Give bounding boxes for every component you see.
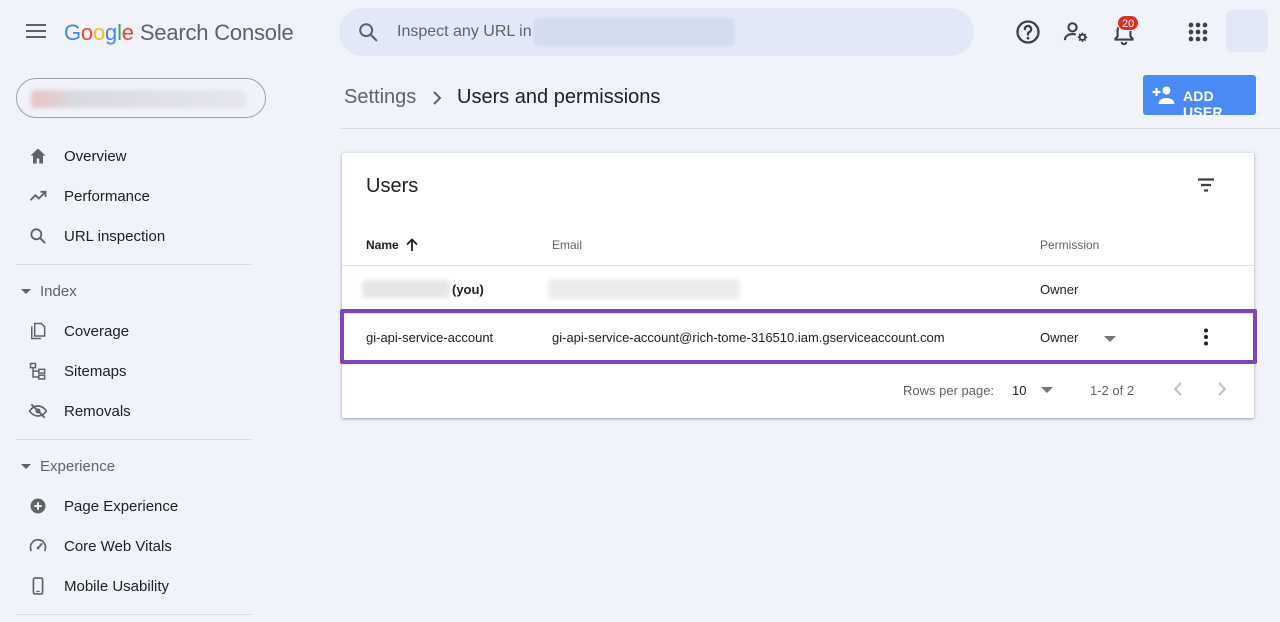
chevron-right-icon[interactable]	[1210, 377, 1234, 401]
sidebar-item-label: Sitemaps	[64, 362, 127, 380]
file-copy-icon	[31, 322, 46, 340]
sidebar-item-label: Page Experience	[64, 497, 179, 515]
sidebar-section-experience[interactable]: Experience	[0, 451, 260, 481]
column-header-permission: Permission	[1040, 238, 1100, 252]
add-user-label: ADD USER	[1183, 88, 1223, 120]
chevron-down-icon	[21, 463, 31, 469]
notification-badge: 20	[1117, 15, 1140, 31]
redacted-property	[31, 90, 246, 108]
logo-letter: G	[64, 20, 81, 45]
url-inspection-search[interactable]	[339, 8, 974, 56]
column-header-email: Email	[552, 238, 583, 252]
pagination-range: 1-2 of 2	[1090, 383, 1135, 398]
sidebar-item-label: Mobile Usability	[64, 577, 170, 595]
speed-gauge-icon	[29, 538, 47, 552]
sidebar-divider	[16, 614, 252, 615]
users-card: Users Name Email Permission (you) Owner …	[342, 153, 1254, 418]
hamburger-line	[26, 36, 46, 38]
page-title: Users and permissions	[457, 86, 661, 108]
property-selector[interactable]	[16, 78, 266, 118]
visibility-off-icon	[28, 403, 48, 419]
user-email: gi-api-service-account@rich-tome-316510.…	[552, 330, 945, 345]
sidebar-section-label: Index	[40, 282, 77, 300]
sidebar-item-coverage[interactable]: Coverage	[0, 311, 260, 351]
header-divider	[340, 128, 1280, 129]
rows-per-page-select[interactable]: 10	[1012, 383, 1026, 398]
sidebar-item-label: Coverage	[64, 322, 130, 340]
row-divider	[342, 361, 1254, 362]
more-vert-icon[interactable]	[1194, 325, 1218, 349]
manage-accounts-icon[interactable]	[1062, 18, 1090, 46]
sidebar-divider	[16, 264, 252, 265]
redacted-property-name	[534, 18, 734, 46]
arrow-upward-icon[interactable]	[404, 237, 420, 253]
apps-grid-icon[interactable]	[1184, 18, 1212, 46]
user-name: gi-api-service-account	[366, 330, 494, 345]
person-add-icon	[1152, 86, 1175, 104]
breadcrumb-settings[interactable]: Settings	[344, 86, 416, 109]
search-input[interactable]	[397, 20, 537, 44]
logo-letter: o	[80, 20, 93, 45]
sidebar-section-label: Experience	[40, 457, 116, 475]
logo-letter: g	[105, 20, 118, 45]
permission-select[interactable]: Owner	[1040, 330, 1078, 345]
chevron-down-icon[interactable]	[1104, 336, 1116, 342]
card-title: Users	[366, 175, 419, 197]
sidebar-item-overview[interactable]: Overview	[0, 136, 260, 176]
account-avatar[interactable]	[1226, 10, 1268, 52]
row-divider	[342, 265, 1254, 266]
search-icon	[359, 23, 378, 42]
redacted-user-email	[548, 279, 740, 299]
sidebar-item-removals[interactable]: Removals	[0, 391, 260, 431]
sidebar-divider	[16, 439, 252, 440]
chevron-down-icon[interactable]	[1041, 387, 1053, 393]
sidebar-section-index[interactable]: Index	[0, 276, 260, 306]
hamburger-line	[26, 30, 46, 32]
help-icon[interactable]	[1014, 18, 1042, 46]
chevron-down-icon	[21, 288, 31, 294]
sidebar-item-performance[interactable]: Performance	[0, 176, 260, 216]
sidebar-item-label: Overview	[64, 147, 127, 165]
app-logo[interactable]: Google Search Console	[64, 20, 294, 46]
trending-up-icon	[29, 190, 47, 201]
sidebar-item-label: Removals	[64, 402, 131, 420]
logo-letter: o	[92, 20, 106, 45]
add-user-button[interactable]: ADD USER	[1143, 75, 1256, 120]
smartphone-icon	[32, 577, 44, 595]
home-icon	[30, 148, 46, 164]
logo-letter: e	[121, 20, 134, 45]
sidebar-item-sitemaps[interactable]: Sitemaps	[0, 351, 260, 391]
redacted-user-name	[362, 280, 450, 298]
sidebar-item-page-experience[interactable]: Page Experience	[0, 486, 260, 526]
search-icon	[30, 228, 46, 244]
sidebar-item-mobile-usability[interactable]: Mobile Usability	[0, 566, 260, 606]
column-header-name[interactable]: Name	[366, 238, 399, 252]
hamburger-line	[26, 24, 46, 26]
sidebar-item-core-web-vitals[interactable]: Core Web Vitals	[0, 526, 260, 566]
rows-per-page-label: Rows per page:	[903, 383, 995, 398]
sitemap-icon	[29, 362, 46, 380]
filter-list-icon[interactable]	[1194, 173, 1218, 197]
user-permission: Owner	[1040, 282, 1079, 297]
row-divider	[342, 313, 1254, 314]
chevron-right-icon	[433, 91, 442, 105]
add-circle-icon	[30, 498, 46, 514]
chevron-left-icon[interactable]	[1166, 377, 1190, 401]
sidebar-item-label: Performance	[64, 187, 150, 205]
user-name-suffix: (you)	[452, 282, 484, 297]
sidebar-item-label: URL inspection	[64, 227, 166, 245]
product-name: Search Console	[139, 20, 294, 45]
main-menu-button[interactable]	[26, 24, 46, 40]
sidebar-item-label: Core Web Vitals	[64, 537, 172, 555]
sidebar-item-url-inspection[interactable]: URL inspection	[0, 216, 260, 256]
